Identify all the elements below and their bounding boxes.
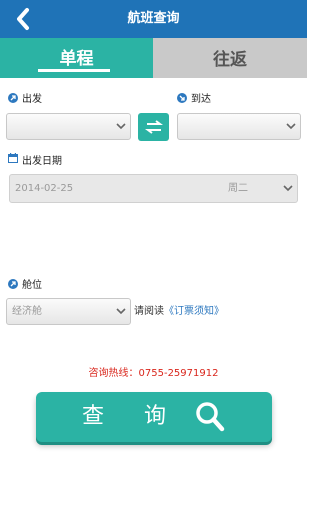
date-value: 2014-02-25 bbox=[15, 183, 74, 194]
chevron-down-icon bbox=[283, 185, 293, 192]
title-bar: 航班查询 bbox=[0, 0, 307, 38]
cabin-class-value: 经济舱 bbox=[12, 306, 42, 317]
search-button-label: 查询 bbox=[82, 404, 207, 429]
chevron-down-icon bbox=[116, 123, 126, 130]
departure-label-row: 出发 bbox=[8, 90, 42, 105]
tab-one-way[interactable]: 单程 bbox=[0, 38, 153, 78]
tab-one-way-label: 单程 bbox=[59, 49, 94, 69]
calendar-icon bbox=[8, 153, 18, 166]
booking-notice: 请阅读《订票须知》 bbox=[134, 305, 224, 318]
chevron-down-icon bbox=[116, 308, 126, 315]
booking-terms-link[interactable]: 《订票须知》 bbox=[164, 306, 224, 317]
departure-date-select[interactable]: 2014-02-25 周二 bbox=[9, 174, 298, 203]
swap-cities-button[interactable] bbox=[138, 113, 169, 141]
date-label: 出发日期 bbox=[22, 156, 62, 167]
notice-prefix: 请阅读 bbox=[134, 306, 164, 317]
cabin-pin-icon bbox=[8, 278, 18, 289]
date-weekday: 周二 bbox=[228, 183, 248, 194]
arrival-city-select[interactable] bbox=[177, 113, 301, 140]
cabin-label-row: 舱位 bbox=[8, 276, 42, 291]
tab-round-trip[interactable]: 往返 bbox=[153, 38, 307, 78]
arrival-label: 到达 bbox=[191, 94, 211, 105]
arrival-label-row: 到达 bbox=[177, 90, 211, 105]
active-tab-indicator bbox=[38, 69, 110, 72]
tab-round-trip-label: 往返 bbox=[213, 50, 247, 70]
cabin-class-select[interactable]: 经济舱 bbox=[6, 298, 131, 325]
search-flights-button[interactable]: 查询 bbox=[36, 392, 272, 442]
departure-label: 出发 bbox=[22, 94, 42, 105]
cabin-label: 舱位 bbox=[22, 280, 42, 291]
departure-pin-icon bbox=[8, 92, 18, 103]
page-title: 航班查询 bbox=[127, 11, 180, 26]
search-icon bbox=[196, 402, 225, 432]
hotline-text: 咨询热线：0755-25971912 bbox=[88, 368, 219, 379]
arrival-pin-icon bbox=[177, 92, 187, 103]
chevron-down-icon bbox=[286, 123, 296, 130]
swap-icon bbox=[144, 120, 163, 134]
date-label-row: 出发日期 bbox=[8, 152, 62, 167]
departure-city-select[interactable] bbox=[6, 113, 131, 140]
trip-type-tabs: 单程 往返 bbox=[0, 38, 307, 78]
